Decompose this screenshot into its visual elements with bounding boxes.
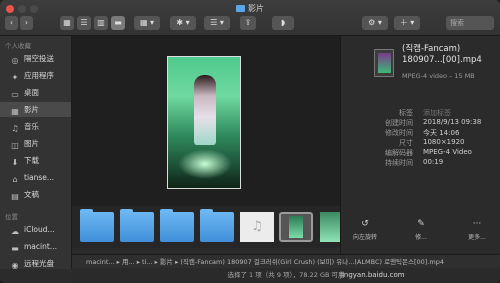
thumbnail-strip: ♫	[72, 206, 340, 248]
meta-label-dimensions: 尺寸	[399, 139, 413, 147]
forward-button[interactable]: ›	[20, 16, 33, 30]
sidebar-item-desktop[interactable]: ▭ 桌面	[0, 85, 71, 100]
markup-icon: ✎	[417, 219, 425, 229]
gallery-view-button[interactable]: ▬	[111, 16, 125, 30]
sidebar-item-home[interactable]: ⌂ tianse...	[0, 170, 71, 185]
window-title: 影片	[0, 3, 500, 14]
more-button[interactable]: ··· 更多...	[457, 219, 497, 241]
downloads-icon: ⬇	[11, 158, 19, 167]
meta-value-dimensions: 1080×1920	[423, 138, 465, 146]
meta-value-codec: MPEG-4 Video	[423, 148, 472, 156]
audio-file-thumbnail[interactable]: ♫	[240, 212, 274, 242]
back-button[interactable]: ‹	[5, 16, 18, 30]
rotate-left-button[interactable]: ↺ 向左旋转	[345, 219, 385, 241]
meta-value-duration: 00:19	[423, 158, 444, 166]
sidebar-item-remote-disc[interactable]: ◉ 远程光盘	[0, 256, 71, 269]
sidebar-item-macintosh[interactable]: ▬ macint...	[0, 239, 71, 254]
sidebar-section-locations: 位置	[5, 213, 18, 221]
sidebar: 个人收藏 ◎ 隔空投送 ✦ 应用程序 ▭ 桌面 ▦ 影片 ♫ 音乐 ◫ 图片 ⬇ 下载 ⌂ ti…	[0, 36, 72, 269]
watermark-text: jingyan.baidu.com	[340, 271, 405, 279]
tag-button[interactable]: ◗	[272, 16, 294, 30]
icon-view-button[interactable]: ▦	[60, 16, 74, 30]
action-menu-button[interactable]: ✱ ▾	[170, 16, 196, 30]
markup-button[interactable]: ✎ 修...	[401, 219, 441, 241]
applications-icon: ✦	[11, 73, 19, 82]
meta-label-duration: 持续时间	[385, 159, 413, 167]
airdrop-icon: ◎	[11, 56, 19, 65]
folder-thumbnail[interactable]	[80, 209, 114, 242]
preview-figure	[194, 75, 216, 145]
sidebar-section-favorites: 个人收藏	[5, 42, 31, 50]
sidebar-item-documents[interactable]: ▤ 文稿	[0, 187, 71, 202]
selected-video-thumbnail[interactable]	[279, 212, 313, 242]
folder-thumbnail[interactable]	[160, 209, 194, 242]
share-button[interactable]: ⇪	[240, 16, 256, 30]
arrange-menu-button[interactable]: ☰ ▾	[204, 16, 230, 30]
add-tags-field[interactable]: 添加标签	[423, 108, 451, 118]
sidebar-item-pictures[interactable]: ◫ 图片	[0, 136, 71, 151]
documents-icon: ▤	[11, 192, 19, 201]
video-thumbnail[interactable]	[320, 212, 340, 242]
rotate-left-icon: ↺	[361, 219, 369, 229]
status-bar: 选择了 1 项（共 9 项），78.22 GB 可用	[72, 268, 500, 283]
folder-thumbnail[interactable]	[200, 209, 234, 242]
gear-menu-button[interactable]: ⚙ ▾	[362, 16, 388, 30]
video-file-icon	[378, 53, 391, 73]
path-bar[interactable]: macint... ▸ 用... ▸ ti... ▸ 影片 ▸ (직캠-Fanc…	[72, 254, 500, 268]
search-input[interactable]: 搜索	[446, 16, 494, 30]
meta-value-modified: 今天 14:06	[423, 129, 460, 137]
file-icon	[374, 49, 394, 77]
folder-thumbnail[interactable]	[120, 209, 154, 242]
group-menu-button[interactable]: ▦ ▾	[134, 16, 160, 30]
list-view-button[interactable]: ☰	[77, 16, 91, 30]
pictures-icon: ◫	[11, 141, 19, 150]
meta-value-created: 2018/9/13 09:38	[423, 118, 482, 126]
finder-window: 影片 ‹ › ▦ ☰ ▥ ▬ ▦ ▾ ✱ ▾ ☰ ▾ ⇪ ◗ ⚙ ▾ ＋ ▾ 搜…	[0, 0, 500, 283]
sidebar-item-movies[interactable]: ▦ 影片	[0, 102, 71, 117]
music-note-icon: ♫	[251, 219, 263, 234]
add-menu-button[interactable]: ＋ ▾	[394, 16, 420, 30]
more-icon: ···	[472, 219, 482, 229]
remote-disc-icon: ◉	[11, 261, 19, 269]
sidebar-item-airdrop[interactable]: ◎ 隔空投送	[0, 51, 71, 66]
sidebar-item-icloud[interactable]: ☁ iCloud...	[0, 222, 71, 237]
video-preview[interactable]	[167, 56, 241, 189]
desktop-icon: ▭	[11, 90, 19, 99]
meta-label-created: 创建时间	[385, 119, 413, 127]
preview-stage-light	[178, 149, 232, 179]
column-view-button[interactable]: ▥	[94, 16, 108, 30]
meta-label-tags: 标签	[399, 109, 413, 117]
folder-icon	[236, 5, 245, 12]
toolbar: 影片 ‹ › ▦ ☰ ▥ ▬ ▦ ▾ ✱ ▾ ☰ ▾ ⇪ ◗ ⚙ ▾ ＋ ▾ 搜…	[0, 0, 500, 36]
disk-icon: ▬	[11, 244, 19, 253]
video-frame-icon	[289, 216, 303, 238]
sidebar-item-downloads[interactable]: ⬇ 下载	[0, 153, 71, 168]
home-icon: ⌂	[12, 175, 18, 184]
cloud-icon: ☁	[11, 227, 19, 236]
file-name: (직캠-Fancam) 180907...[00].mp4	[402, 44, 482, 65]
meta-label-codec: 编解码器	[385, 149, 413, 157]
sidebar-item-music[interactable]: ♫ 音乐	[0, 119, 71, 134]
file-kind: MPEG-4 video – 15 MB	[402, 72, 475, 80]
meta-label-modified: 修改时间	[385, 129, 413, 137]
info-pane: (직캠-Fancam) 180907...[00].mp4 MPEG-4 vid…	[340, 36, 500, 254]
sidebar-item-applications[interactable]: ✦ 应用程序	[0, 68, 71, 83]
movies-icon: ▦	[11, 107, 19, 116]
music-icon: ♫	[11, 124, 19, 133]
